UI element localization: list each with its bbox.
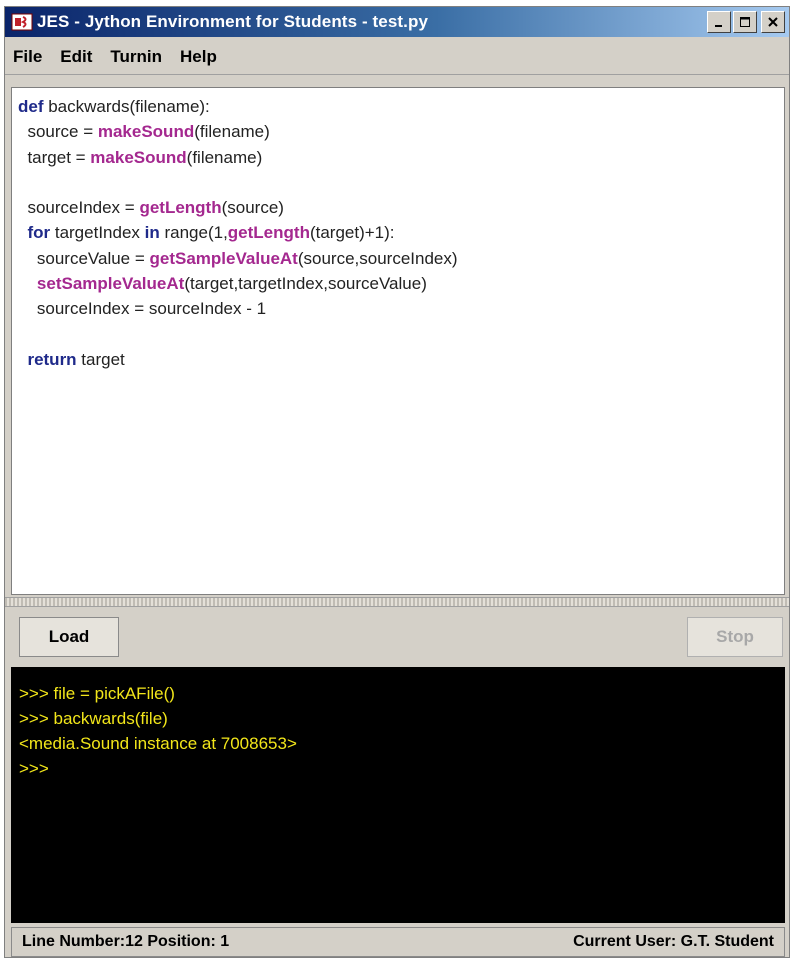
- code-function: makeSound: [97, 122, 195, 142]
- maximize-icon: [740, 17, 750, 27]
- minimize-button[interactable]: [707, 11, 731, 33]
- title-bar[interactable]: JES - Jython Environment for Students - …: [5, 7, 789, 37]
- code-text: sourceIndex =: [18, 198, 140, 218]
- code-line: setSampleValueAt(target,targetIndex,sour…: [18, 271, 784, 296]
- code-text: (filename): [194, 122, 270, 142]
- code-text: (filename): [186, 147, 263, 167]
- jes-window: JES - Jython Environment for Students - …: [4, 6, 790, 958]
- load-button[interactable]: Load: [19, 617, 119, 657]
- code-text: (target,targetIndex,sourceValue): [184, 274, 427, 294]
- code-text: targetIndex: [50, 223, 145, 243]
- pane-splitter[interactable]: [5, 597, 789, 607]
- code-line: def backwards(filename):: [18, 94, 784, 119]
- code-text: (source,sourceIndex): [297, 248, 458, 268]
- maximize-button[interactable]: [733, 11, 757, 33]
- code-function: setSampleValueAt: [36, 274, 185, 294]
- close-button[interactable]: [761, 11, 785, 33]
- code-text: source =: [18, 122, 98, 142]
- command-console[interactable]: >>> file = pickAFile() >>> backwards(fil…: [11, 667, 785, 923]
- menu-file[interactable]: File: [13, 47, 42, 67]
- code-line: sourceIndex = sourceIndex - 1: [18, 296, 784, 321]
- console-prompt: >>>: [19, 759, 49, 778]
- code-text: sourceValue =: [18, 248, 150, 268]
- console-line: >>> backwards(file): [19, 709, 168, 728]
- code-line: source = makeSound(filename): [18, 119, 784, 144]
- code-keyword: def: [18, 97, 44, 116]
- code-function: getSampleValueAt: [149, 248, 298, 268]
- menu-turnin[interactable]: Turnin: [110, 47, 162, 67]
- code-keyword: for: [27, 223, 51, 243]
- minimize-icon: [715, 25, 722, 27]
- code-line: sourceIndex = getLength(source): [18, 195, 784, 220]
- code-text: backwards(filename):: [43, 97, 210, 116]
- menu-help[interactable]: Help: [180, 47, 217, 67]
- menu-bar: File Edit Turnin Help: [5, 39, 789, 75]
- code-text: (target)+1):: [309, 223, 395, 243]
- close-icon: [768, 17, 778, 27]
- menu-edit[interactable]: Edit: [60, 47, 92, 67]
- code-text: target: [76, 349, 125, 369]
- code-text: (source): [221, 198, 284, 218]
- console-line: <media.Sound instance at 7008653>: [19, 734, 297, 753]
- button-row: Load Stop: [5, 609, 789, 665]
- code-function: makeSound: [90, 147, 187, 167]
- cursor-position: Line Number:12 Position: 1: [22, 933, 230, 950]
- stop-button[interactable]: Stop: [687, 617, 783, 657]
- code-text: sourceIndex = sourceIndex - 1: [18, 299, 267, 319]
- code-keyword: return: [27, 349, 77, 369]
- code-text: target =: [18, 147, 91, 167]
- code-line: target = makeSound(filename): [18, 145, 784, 170]
- jes-app-icon: [11, 13, 33, 31]
- code-line: return target: [18, 347, 784, 372]
- current-user: Current User: G.T. Student: [573, 933, 774, 950]
- code-keyword: in: [144, 223, 160, 243]
- status-bar: Line Number:12 Position: 1 Current User:…: [11, 927, 785, 957]
- code-editor[interactable]: def backwards(filename): source = makeSo…: [11, 87, 785, 595]
- code-function: getLength: [139, 198, 222, 218]
- window-title: JES - Jython Environment for Students - …: [37, 12, 429, 31]
- window-controls: [707, 11, 785, 33]
- code-line: for targetIndex in range(1,getLength(tar…: [18, 220, 784, 245]
- console-line: >>> file = pickAFile(): [19, 684, 175, 703]
- code-line: sourceValue = getSampleValueAt(source,so…: [18, 246, 784, 271]
- code-function: getLength: [227, 223, 310, 243]
- code-text: range(1,: [159, 223, 228, 243]
